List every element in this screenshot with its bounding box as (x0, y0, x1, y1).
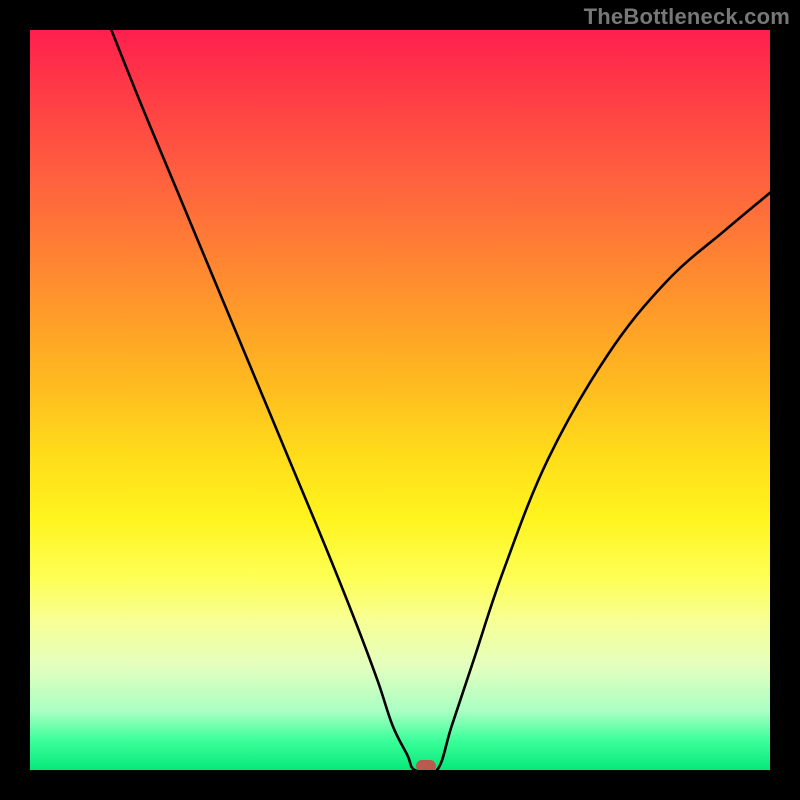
min-marker (416, 760, 436, 770)
curve-layer (30, 30, 770, 770)
chart-stage: TheBottleneck.com (0, 0, 800, 800)
plot-area (30, 30, 770, 770)
watermark-text: TheBottleneck.com (584, 4, 790, 30)
curve-path (111, 30, 770, 770)
